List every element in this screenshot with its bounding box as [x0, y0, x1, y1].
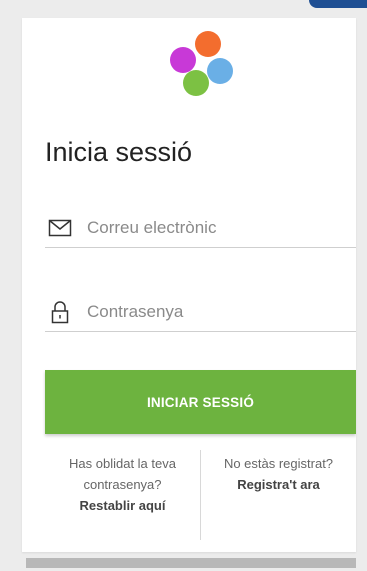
password-field	[45, 292, 356, 332]
email-input[interactable]	[87, 212, 356, 244]
logo-dot-orange	[195, 31, 221, 57]
forgot-text-line2: contrasenya?	[83, 477, 162, 492]
forgot-text-line1: Has oblidat la teva	[69, 456, 176, 471]
logo-dot-green	[183, 70, 209, 96]
logo-dot-blue	[207, 58, 233, 84]
corner-accent	[309, 0, 367, 8]
envelope-icon	[48, 216, 72, 240]
email-field	[45, 208, 356, 248]
register-section: No estàs registrat? Registra't ara	[201, 450, 356, 540]
card-bottom-shadow	[26, 558, 356, 568]
login-card: Inicia sessió INICIAR SESSIÓ Has oblidat…	[22, 18, 356, 552]
lock-icon	[48, 300, 72, 324]
email-underline	[45, 247, 356, 248]
reset-password-link[interactable]: Restablir aquí	[45, 495, 200, 516]
help-links: Has oblidat la teva contrasenya? Restabl…	[45, 450, 356, 540]
page-title: Inicia sessió	[45, 137, 193, 167]
app-logo	[170, 31, 240, 97]
password-underline	[45, 331, 356, 332]
register-link[interactable]: Registra't ara	[201, 474, 356, 495]
login-button[interactable]: INICIAR SESSIÓ	[45, 370, 356, 434]
forgot-password-section: Has oblidat la teva contrasenya? Restabl…	[45, 450, 200, 540]
password-input[interactable]	[87, 296, 356, 328]
logo-dot-purple	[170, 47, 196, 73]
register-text: No estàs registrat?	[223, 456, 334, 471]
